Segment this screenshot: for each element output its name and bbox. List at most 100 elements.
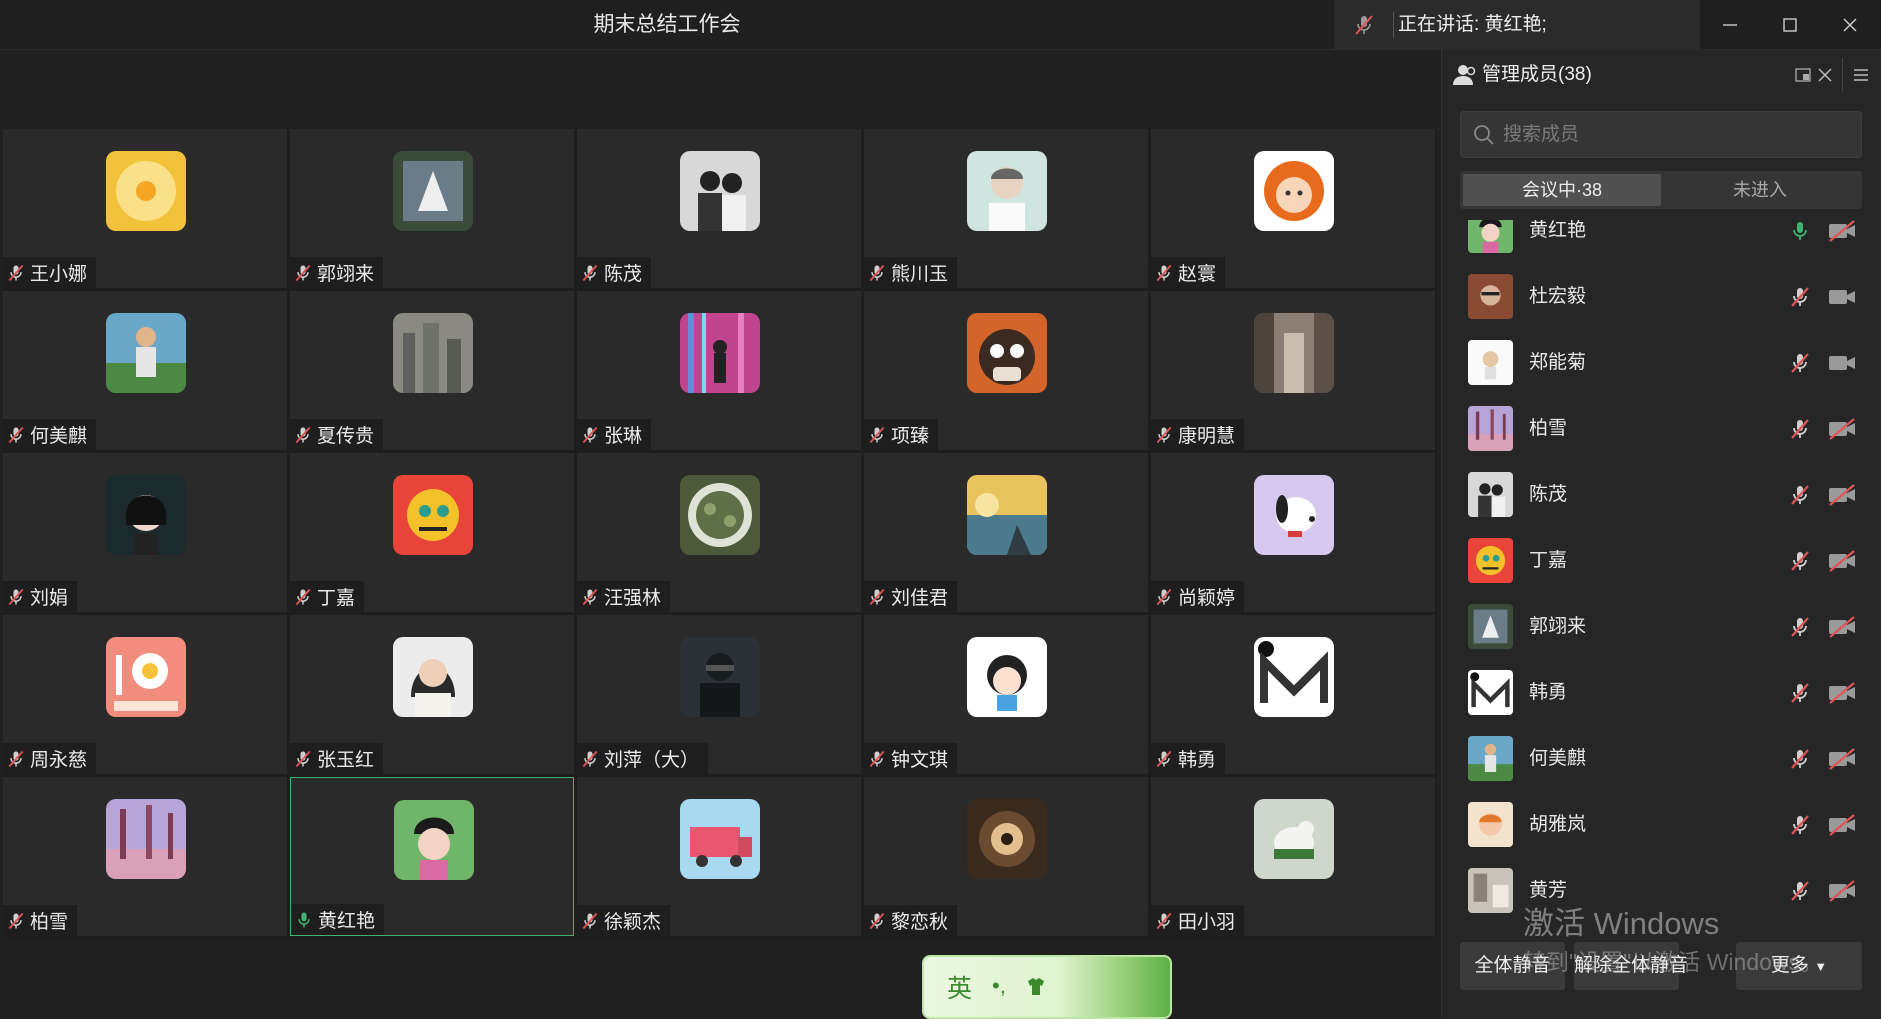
- participant-name: 夏传贵: [317, 426, 375, 447]
- participant-tile[interactable]: 刘佳君: [864, 453, 1148, 612]
- member-row[interactable]: 柏雪: [1442, 396, 1881, 462]
- member-mic-toggle[interactable]: [1788, 549, 1812, 573]
- mic-active-icon: [1793, 222, 1807, 240]
- member-mic-toggle[interactable]: [1788, 351, 1812, 375]
- participant-tile[interactable]: 钟文琪: [864, 615, 1148, 774]
- participant-tile[interactable]: 徐颖杰: [577, 777, 861, 936]
- participant-tile[interactable]: 田小羽: [1151, 777, 1435, 936]
- member-row[interactable]: 胡雅岚: [1442, 792, 1881, 858]
- member-mic-toggle[interactable]: [1788, 417, 1812, 441]
- member-mic-toggle[interactable]: [1788, 615, 1812, 639]
- ime-language-label[interactable]: 英: [947, 969, 972, 1005]
- participant-nametag: 徐颖杰: [577, 905, 671, 936]
- participant-tile[interactable]: 汪强林: [577, 453, 861, 612]
- tab-in-meeting[interactable]: 会议中·38: [1463, 174, 1661, 206]
- camera-off-icon[interactable]: [1827, 549, 1857, 573]
- camera-off-icon[interactable]: [1827, 681, 1857, 705]
- participant-tile[interactable]: 康明慧: [1151, 291, 1435, 450]
- minimize-button[interactable]: [1700, 0, 1760, 50]
- member-row[interactable]: 杜宏毅: [1442, 264, 1881, 330]
- member-mic-toggle[interactable]: [1788, 879, 1812, 903]
- close-panel-icon[interactable]: [1816, 66, 1834, 84]
- participant-tile[interactable]: 丁嘉: [290, 453, 574, 612]
- participant-tile[interactable]: 熊川玉: [864, 129, 1148, 288]
- camera-off-icon[interactable]: [1827, 615, 1857, 639]
- member-mic-toggle[interactable]: [1788, 483, 1812, 507]
- participant-nametag: 黎恋秋: [864, 905, 958, 936]
- participant-tile[interactable]: 柏雪: [3, 777, 287, 936]
- camera-on-icon[interactable]: [1827, 285, 1857, 309]
- camera-off-icon[interactable]: [1827, 747, 1857, 771]
- member-row[interactable]: 黄红艳: [1442, 220, 1881, 264]
- member-row[interactable]: 何美麒: [1442, 726, 1881, 792]
- mic-muted-icon: [8, 264, 24, 281]
- tab-not-joined[interactable]: 未进入: [1661, 174, 1859, 206]
- participant-tile[interactable]: 黄红艳: [290, 777, 574, 936]
- participant-nametag: 黄红艳: [291, 904, 385, 935]
- member-avatar: [1468, 472, 1513, 517]
- member-mic-toggle[interactable]: [1788, 747, 1812, 771]
- search-input[interactable]: [1503, 112, 1853, 157]
- camera-off-icon[interactable]: [1827, 483, 1857, 507]
- panel-header: 管理成员(38): [1442, 50, 1881, 100]
- mic-muted-icon: [869, 750, 885, 767]
- participant-tile[interactable]: 张玉红: [290, 615, 574, 774]
- close-window-button[interactable]: [1820, 0, 1880, 50]
- participant-tile[interactable]: 郭翊来: [290, 129, 574, 288]
- participant-avatar: [1254, 475, 1334, 555]
- ime-toolbar[interactable]: 英 •,: [922, 955, 1172, 1019]
- participant-name: 汪强林: [604, 588, 662, 609]
- participant-nametag: 汪强林: [577, 581, 671, 612]
- participant-tile[interactable]: 项臻: [864, 291, 1148, 450]
- participant-name: 项臻: [891, 426, 930, 447]
- participant-nametag: 夏传贵: [290, 419, 384, 450]
- participant-tile[interactable]: 赵寰: [1151, 129, 1435, 288]
- participant-name: 康明慧: [1178, 426, 1236, 447]
- member-mic-toggle[interactable]: [1788, 285, 1812, 309]
- participant-avatar: [1254, 637, 1334, 717]
- mic-muted-icon: [295, 264, 311, 281]
- member-row[interactable]: 郭翊来: [1442, 594, 1881, 660]
- speaking-indicator: 正在讲话: 黄红艳;: [1334, 0, 1700, 50]
- participant-tile[interactable]: 刘娟: [3, 453, 287, 612]
- camera-off-icon[interactable]: [1827, 879, 1857, 903]
- participant-tile[interactable]: 周永慈: [3, 615, 287, 774]
- participant-tile[interactable]: 刘萍（大）: [577, 615, 861, 774]
- participant-tile[interactable]: 王小娜: [3, 129, 287, 288]
- search-box[interactable]: [1460, 111, 1862, 158]
- participant-tile[interactable]: 黎恋秋: [864, 777, 1148, 936]
- member-mic-toggle[interactable]: [1788, 220, 1812, 243]
- ime-skin-icon[interactable]: [1024, 975, 1048, 999]
- member-row[interactable]: 韩勇: [1442, 660, 1881, 726]
- menu-icon[interactable]: [1852, 66, 1870, 84]
- ime-punctuation-icon[interactable]: •,: [992, 973, 1006, 999]
- camera-on-icon[interactable]: [1827, 351, 1857, 375]
- members-icon: [1453, 65, 1476, 85]
- member-row[interactable]: 郑能菊: [1442, 330, 1881, 396]
- member-row[interactable]: 陈茂: [1442, 462, 1881, 528]
- participant-tile[interactable]: 韩勇: [1151, 615, 1435, 774]
- participant-tile[interactable]: 张琳: [577, 291, 861, 450]
- member-row[interactable]: 丁嘉: [1442, 528, 1881, 594]
- participant-avatar: [394, 800, 474, 880]
- member-mic-toggle[interactable]: [1788, 813, 1812, 837]
- camera-off-icon[interactable]: [1827, 813, 1857, 837]
- mic-muted-icon: [1156, 264, 1172, 281]
- participant-tile[interactable]: 尚颖婷: [1151, 453, 1435, 612]
- member-mic-toggle[interactable]: [1788, 681, 1812, 705]
- mic-muted-icon: [1791, 485, 1809, 505]
- participant-tile[interactable]: 何美麒: [3, 291, 287, 450]
- mic-muted-icon: [1156, 750, 1172, 767]
- camera-off-icon[interactable]: [1827, 220, 1857, 243]
- popout-icon[interactable]: [1794, 66, 1812, 84]
- participant-name: 刘萍（大）: [604, 750, 700, 771]
- mic-muted-icon: [1355, 15, 1373, 35]
- camera-off-icon[interactable]: [1827, 417, 1857, 441]
- maximize-button[interactable]: [1760, 0, 1820, 50]
- participant-name: 田小羽: [1178, 912, 1236, 933]
- participant-tile[interactable]: 陈茂: [577, 129, 861, 288]
- mic-muted-icon: [8, 588, 24, 605]
- participant-tile[interactable]: 夏传贵: [290, 291, 574, 450]
- member-avatar: [1468, 340, 1513, 385]
- maximize-icon: [1783, 18, 1797, 32]
